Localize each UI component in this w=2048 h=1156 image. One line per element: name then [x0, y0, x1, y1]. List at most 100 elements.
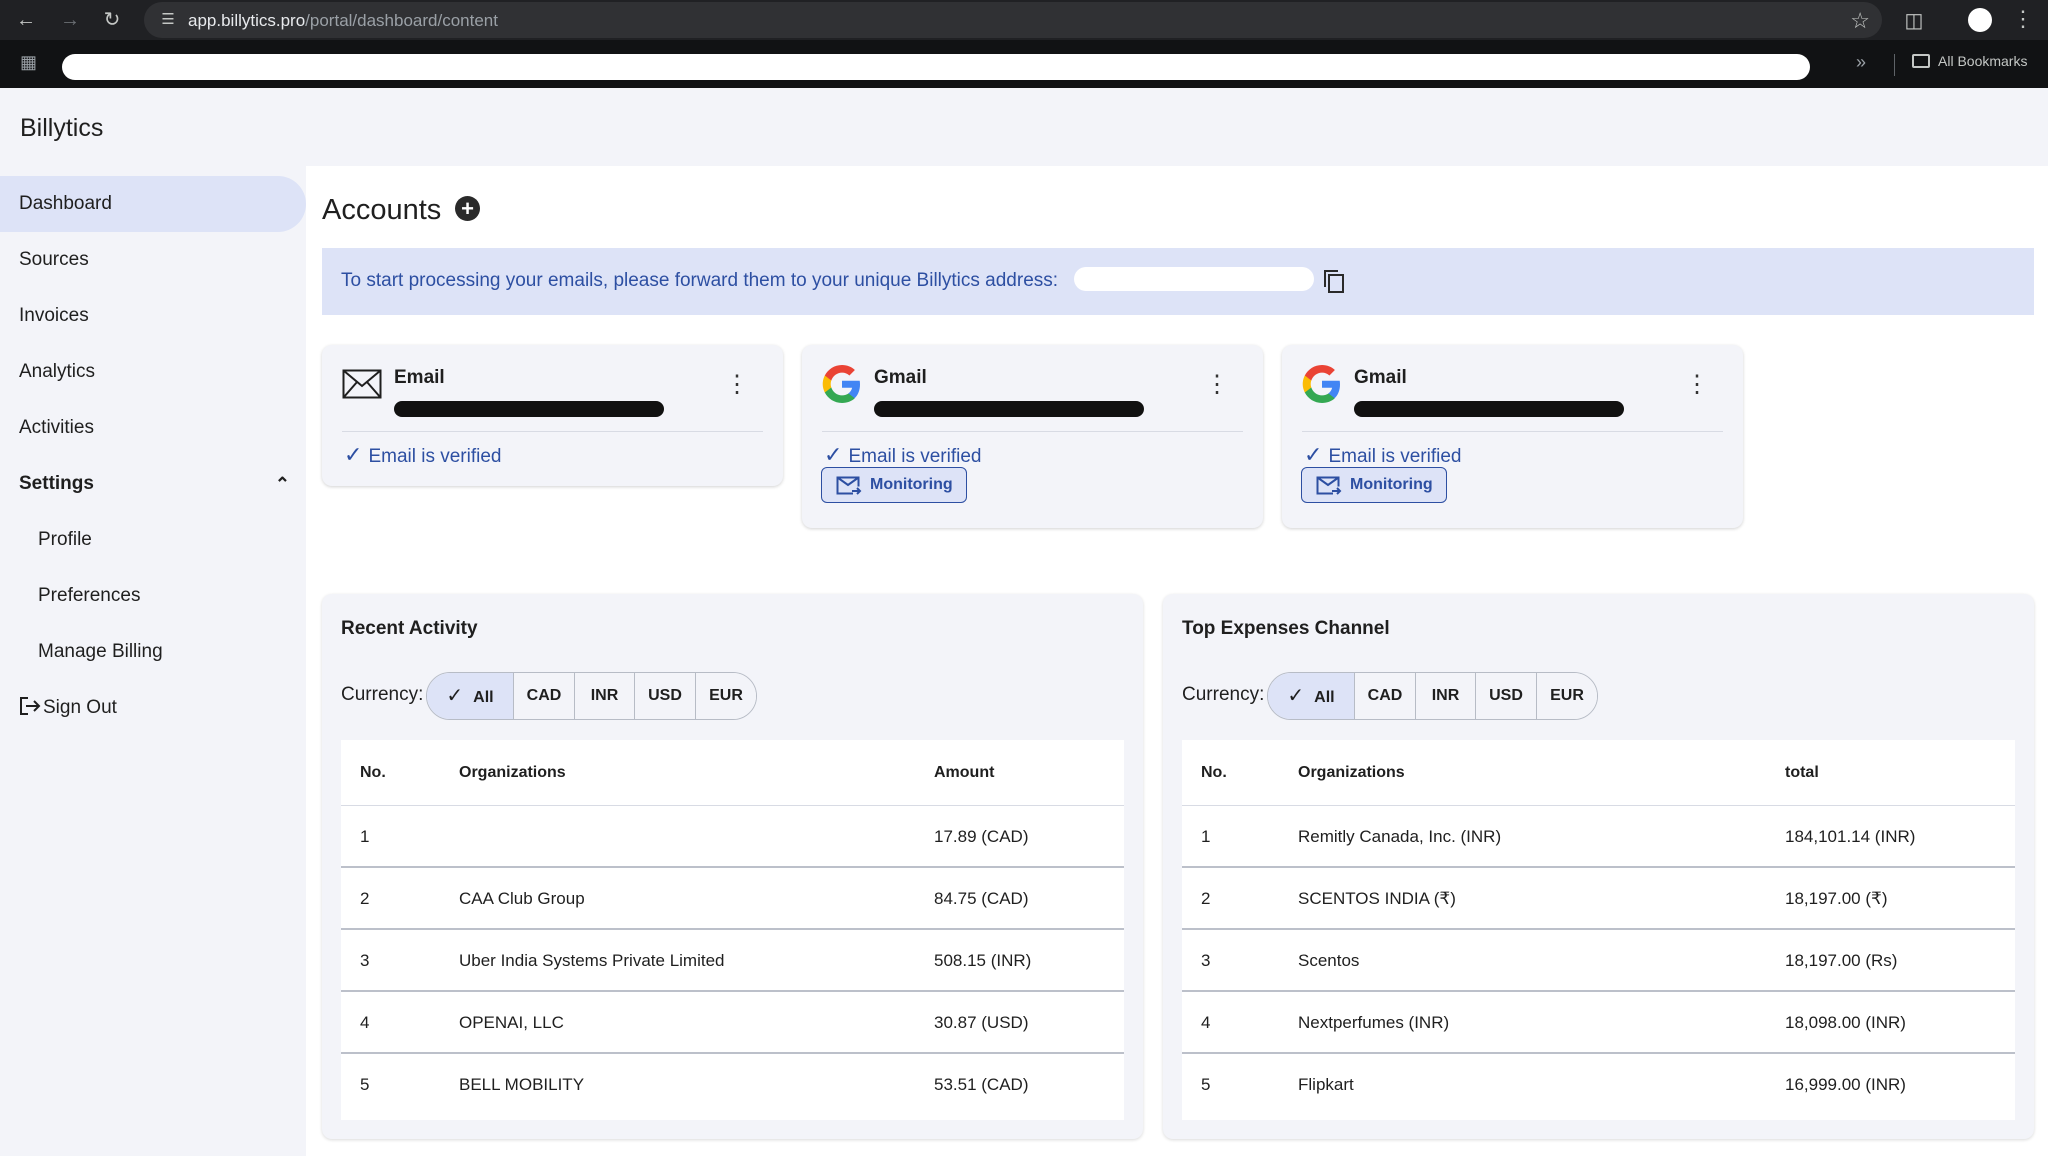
chevron-up-icon[interactable]: ⌃	[275, 456, 290, 512]
account-card-gmail-2[interactable]: Gmail ⋮ ✓ Email is verified Monitoring	[1282, 345, 1743, 528]
more-bookmarks-icon[interactable]: »	[1856, 52, 1866, 73]
sidebar-item-sign-out[interactable]: Sign Out	[0, 680, 306, 736]
organization-cell: CAA Club Group	[459, 889, 585, 908]
bookmark-star-icon[interactable]: ☆	[1850, 8, 1870, 34]
sidebar-item-dashboard[interactable]: Dashboard	[0, 176, 306, 232]
sidebar-item-profile[interactable]: Profile	[0, 512, 306, 568]
table-row[interactable]: 3 Scentos 18,197.00 (Rs)	[1182, 930, 2015, 992]
table-row[interactable]: 2 CAA Club Group 84.75 (CAD)	[341, 868, 1124, 930]
google-icon	[1302, 365, 1340, 403]
currency-option-eur[interactable]: EUR	[1536, 673, 1597, 719]
table-row[interactable]: 4 Nextperfumes (INR) 18,098.00 (INR)	[1182, 992, 2015, 1054]
currency-option-cad[interactable]: CAD	[513, 673, 574, 719]
address-bar[interactable]: ☰ app.billytics.pro/portal/dashboard/con…	[144, 2, 1882, 38]
sidebar-item-analytics[interactable]: Analytics	[0, 344, 306, 400]
forward-info-banner: To start processing your emails, please …	[322, 248, 2034, 315]
bookmarks-bar: ▦ » All Bookmarks	[0, 40, 2048, 88]
brand-title: Billytics	[20, 114, 104, 142]
monitoring-button[interactable]: Monitoring	[821, 467, 967, 503]
sidebar-item-settings[interactable]: Settings ⌃	[0, 456, 306, 512]
table-row[interactable]: 1 17.89 (CAD)	[341, 806, 1124, 868]
app-header	[0, 88, 2048, 166]
sidebar-item-sources[interactable]: Sources	[0, 232, 306, 288]
profile-avatar[interactable]	[1968, 8, 1992, 32]
currency-option-cad[interactable]: CAD	[1354, 673, 1415, 719]
sidebar: Dashboard Sources Invoices Analytics Act…	[0, 166, 306, 1156]
more-vert-icon[interactable]: ⋮	[725, 373, 749, 397]
bookmarks-strip	[62, 54, 1810, 80]
table-row[interactable]: 2 SCENTOS INDIA (₹) 18,197.00 (₹)	[1182, 868, 2015, 930]
table-header: No. Organizations total	[1182, 740, 2015, 806]
panel-title: Top Expenses Channel	[1182, 618, 1390, 639]
amount-cell: 508.15 (INR)	[934, 951, 1032, 970]
currency-option-usd[interactable]: USD	[1475, 673, 1536, 719]
currency-option-eur[interactable]: EUR	[695, 673, 756, 719]
add-account-icon[interactable]: +	[455, 196, 480, 221]
row-number: 4	[1201, 1013, 1211, 1032]
total-cell: 18,197.00 (₹)	[1785, 889, 1888, 908]
organization-cell: Flipkart	[1298, 1075, 1354, 1094]
row-number: 1	[360, 827, 370, 846]
top-expenses-table: No. Organizations total 1 Remitly Canada…	[1182, 740, 2015, 1120]
browser-toolbar: ← → ↻ ☰ app.billytics.pro/portal/dashboa…	[0, 0, 2048, 40]
organization-cell: Nextperfumes (INR)	[1298, 1013, 1450, 1032]
table-row[interactable]: 5 BELL MOBILITY 53.51 (CAD)	[341, 1054, 1124, 1116]
row-number: 3	[1201, 951, 1211, 970]
copy-icon[interactable]	[1322, 268, 1346, 294]
back-icon[interactable]: ←	[14, 8, 38, 32]
browser-menu-icon[interactable]: ⋮	[2012, 6, 2034, 32]
more-vert-icon[interactable]: ⋮	[1205, 373, 1229, 397]
table-row[interactable]: 4 OPENAI, LLC 30.87 (USD)	[341, 992, 1124, 1054]
account-card-email[interactable]: Email ⋮ ✓ Email is verified	[322, 345, 783, 486]
check-icon: ✓	[1287, 685, 1305, 707]
row-number: 3	[360, 951, 370, 970]
row-number: 4	[360, 1013, 370, 1032]
organization-cell: Uber India Systems Private Limited	[459, 951, 725, 970]
account-type: Gmail	[874, 367, 927, 388]
row-number: 5	[1201, 1075, 1211, 1094]
sign-out-icon	[20, 697, 41, 715]
page-title: Accounts	[322, 194, 442, 226]
check-icon: ✓	[1304, 442, 1323, 467]
apps-grid-icon[interactable]: ▦	[20, 52, 42, 74]
currency-label: Currency:	[1182, 684, 1265, 705]
amount-cell: 84.75 (CAD)	[934, 889, 1029, 908]
table-row[interactable]: 3 Uber India Systems Private Limited 508…	[341, 930, 1124, 992]
row-number: 2	[360, 889, 370, 908]
sidebar-item-preferences[interactable]: Preferences	[0, 568, 306, 624]
organization-cell: Scentos	[1298, 951, 1360, 970]
sidebar-item-manage-billing[interactable]: Manage Billing	[0, 624, 306, 680]
all-bookmarks-button[interactable]: All Bookmarks	[1912, 53, 2027, 69]
column-header: Organizations	[1298, 764, 1405, 781]
divider	[342, 431, 763, 432]
account-card-gmail-1[interactable]: Gmail ⋮ ✓ Email is verified Monitoring	[802, 345, 1263, 528]
more-vert-icon[interactable]: ⋮	[1685, 373, 1709, 397]
column-header: Organizations	[459, 764, 566, 781]
sidebar-item-activities[interactable]: Activities	[0, 400, 306, 456]
sidebar-item-invoices[interactable]: Invoices	[0, 288, 306, 344]
check-icon: ✓	[344, 442, 363, 467]
column-header: total	[1785, 764, 1819, 781]
amount-cell: 30.87 (USD)	[934, 1013, 1029, 1032]
account-card-header: Gmail ⋮	[1282, 345, 1743, 431]
currency-option-all[interactable]: ✓ All	[1268, 673, 1354, 719]
folder-icon	[1912, 54, 1930, 68]
reload-icon[interactable]: ↻	[100, 8, 124, 32]
top-expenses-panel: Top Expenses Channel Currency: ✓ All CAD …	[1163, 594, 2034, 1139]
check-icon: ✓	[446, 685, 464, 707]
currency-option-usd[interactable]: USD	[634, 673, 695, 719]
url-text: app.billytics.pro/portal/dashboard/conte…	[188, 11, 498, 30]
site-settings-icon[interactable]: ☰	[158, 10, 178, 30]
currency-option-inr[interactable]: INR	[1415, 673, 1475, 719]
panel-title: Recent Activity	[341, 618, 478, 639]
table-row[interactable]: 5 Flipkart 16,999.00 (INR)	[1182, 1054, 2015, 1116]
monitoring-button[interactable]: Monitoring	[1301, 467, 1447, 503]
currency-option-inr[interactable]: INR	[574, 673, 634, 719]
verified-status: ✓ Email is verified	[824, 442, 982, 467]
table-row[interactable]: 1 Remitly Canada, Inc. (INR) 184,101.14 …	[1182, 806, 2015, 868]
total-cell: 18,098.00 (INR)	[1785, 1013, 1906, 1032]
forward-icon[interactable]: →	[58, 8, 82, 32]
currency-option-all[interactable]: ✓ All	[427, 673, 513, 719]
currency-label: Currency:	[341, 684, 424, 705]
extensions-icon[interactable]: ◫	[1902, 8, 1926, 32]
